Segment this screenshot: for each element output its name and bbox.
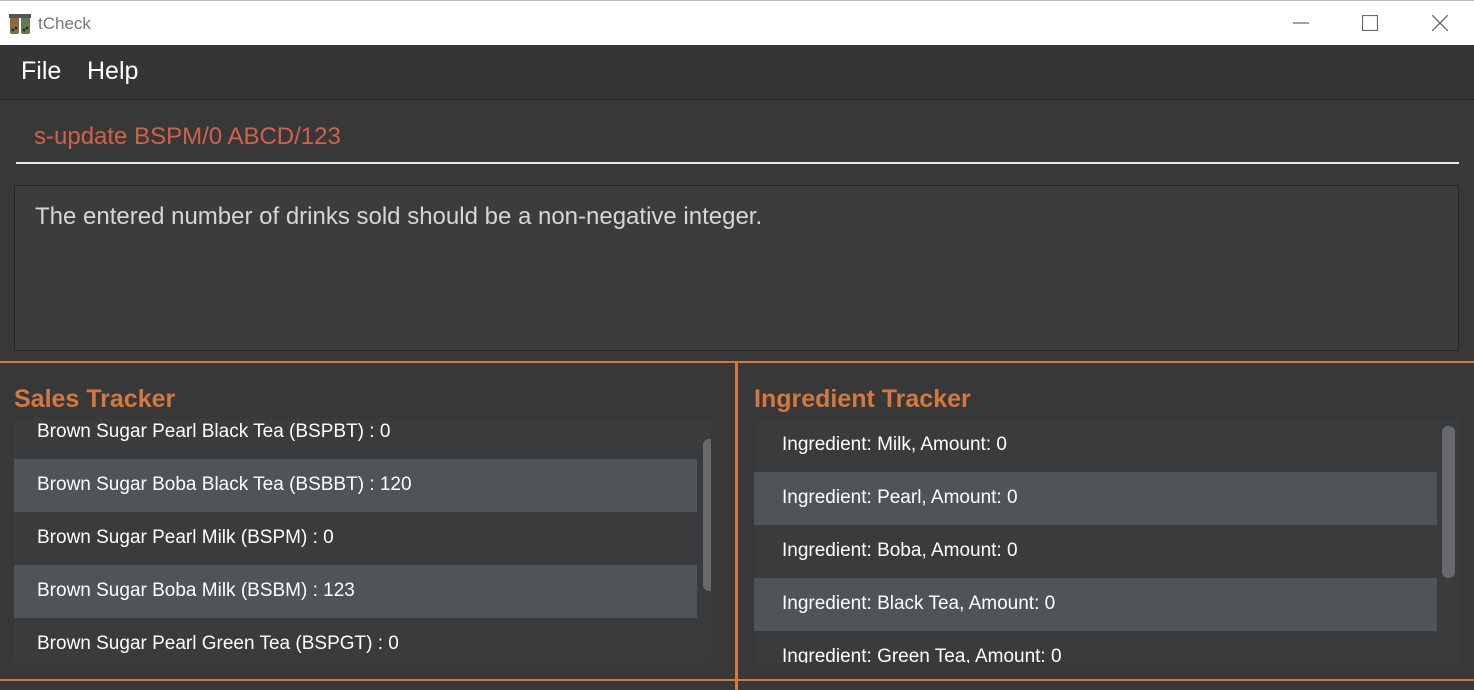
- bottom-divider: [0, 679, 1474, 681]
- sales-tracker-title: Sales Tracker: [14, 385, 176, 413]
- minimize-button[interactable]: [1266, 1, 1336, 45]
- list-item[interactable]: Ingredient: Pearl, Amount: 0: [754, 472, 1437, 525]
- list-item[interactable]: Brown Sugar Pearl Milk (BSPM) : 0: [14, 512, 697, 565]
- ingredient-item-label: Ingredient: Pearl, Amount: 0: [782, 487, 1018, 508]
- ingredient-scrollbar[interactable]: [1442, 426, 1455, 578]
- ingredient-item-label: Ingredient: Boba, Amount: 0: [782, 540, 1018, 561]
- ingredient-tracker-title: Ingredient Tracker: [754, 385, 971, 413]
- sales-list[interactable]: Brown Sugar Pearl Black Tea (BSPBT) : 0 …: [14, 418, 711, 663]
- sales-item-label: Brown Sugar Pearl Milk (BSPM) : 0: [37, 527, 334, 548]
- panel-divider: [735, 363, 738, 690]
- menu-bar: File Help: [0, 45, 1474, 100]
- sales-item-label: Brown Sugar Boba Milk (BSBM) : 123: [37, 580, 355, 601]
- list-item[interactable]: Brown Sugar Pearl Green Tea (BSPGT) : 0: [14, 618, 697, 663]
- result-display[interactable]: The entered number of drinks sold should…: [14, 185, 1459, 351]
- list-item[interactable]: Brown Sugar Boba Milk (BSBM) : 123: [14, 565, 697, 618]
- minimize-icon: [1293, 22, 1309, 24]
- close-icon: [1432, 15, 1448, 31]
- tracker-area: Sales Tracker Brown Sugar Pearl Black Te…: [0, 361, 1474, 690]
- ingredient-item-label: Ingredient: Milk, Amount: 0: [782, 434, 1007, 455]
- list-item[interactable]: Ingredient: Boba, Amount: 0: [754, 525, 1437, 578]
- command-text: s-update BSPM/0 ABCD/123: [34, 123, 341, 150]
- title-bar: tCheck: [0, 0, 1474, 45]
- result-message: The entered number of drinks sold should…: [35, 203, 763, 230]
- list-item[interactable]: Brown Sugar Boba Black Tea (BSBBT) : 120: [14, 459, 697, 512]
- sales-item-label: Brown Sugar Boba Black Tea (BSBBT) : 120: [37, 474, 412, 495]
- list-item[interactable]: Ingredient: Green Tea, Amount: 0: [754, 631, 1437, 663]
- sales-item-label: Brown Sugar Pearl Green Tea (BSPGT) : 0: [37, 633, 399, 654]
- sales-item-label: Brown Sugar Pearl Black Tea (BSPBT) : 0: [37, 421, 391, 442]
- menu-file[interactable]: File: [21, 57, 61, 86]
- maximize-button[interactable]: [1335, 1, 1405, 45]
- list-item[interactable]: Ingredient: Black Tea, Amount: 0: [754, 578, 1437, 631]
- menu-help[interactable]: Help: [87, 57, 138, 86]
- command-input[interactable]: s-update BSPM/0 ABCD/123: [16, 118, 1459, 164]
- list-item[interactable]: Brown Sugar Pearl Black Tea (BSPBT) : 0: [14, 418, 697, 459]
- list-item[interactable]: Ingredient: Milk, Amount: 0: [754, 419, 1437, 472]
- window-title: tCheck: [38, 14, 91, 33]
- ingredient-item-label: Ingredient: Green Tea, Amount: 0: [782, 646, 1062, 663]
- maximize-icon: [1362, 15, 1378, 31]
- sales-scrollbar[interactable]: [703, 439, 711, 591]
- close-button[interactable]: [1405, 1, 1474, 45]
- app-icon: [9, 14, 31, 34]
- ingredient-list[interactable]: Ingredient: Milk, Amount: 0 Ingredient: …: [754, 418, 1460, 663]
- command-box: s-update BSPM/0 ABCD/123: [0, 100, 1474, 176]
- ingredient-item-label: Ingredient: Black Tea, Amount: 0: [782, 593, 1056, 614]
